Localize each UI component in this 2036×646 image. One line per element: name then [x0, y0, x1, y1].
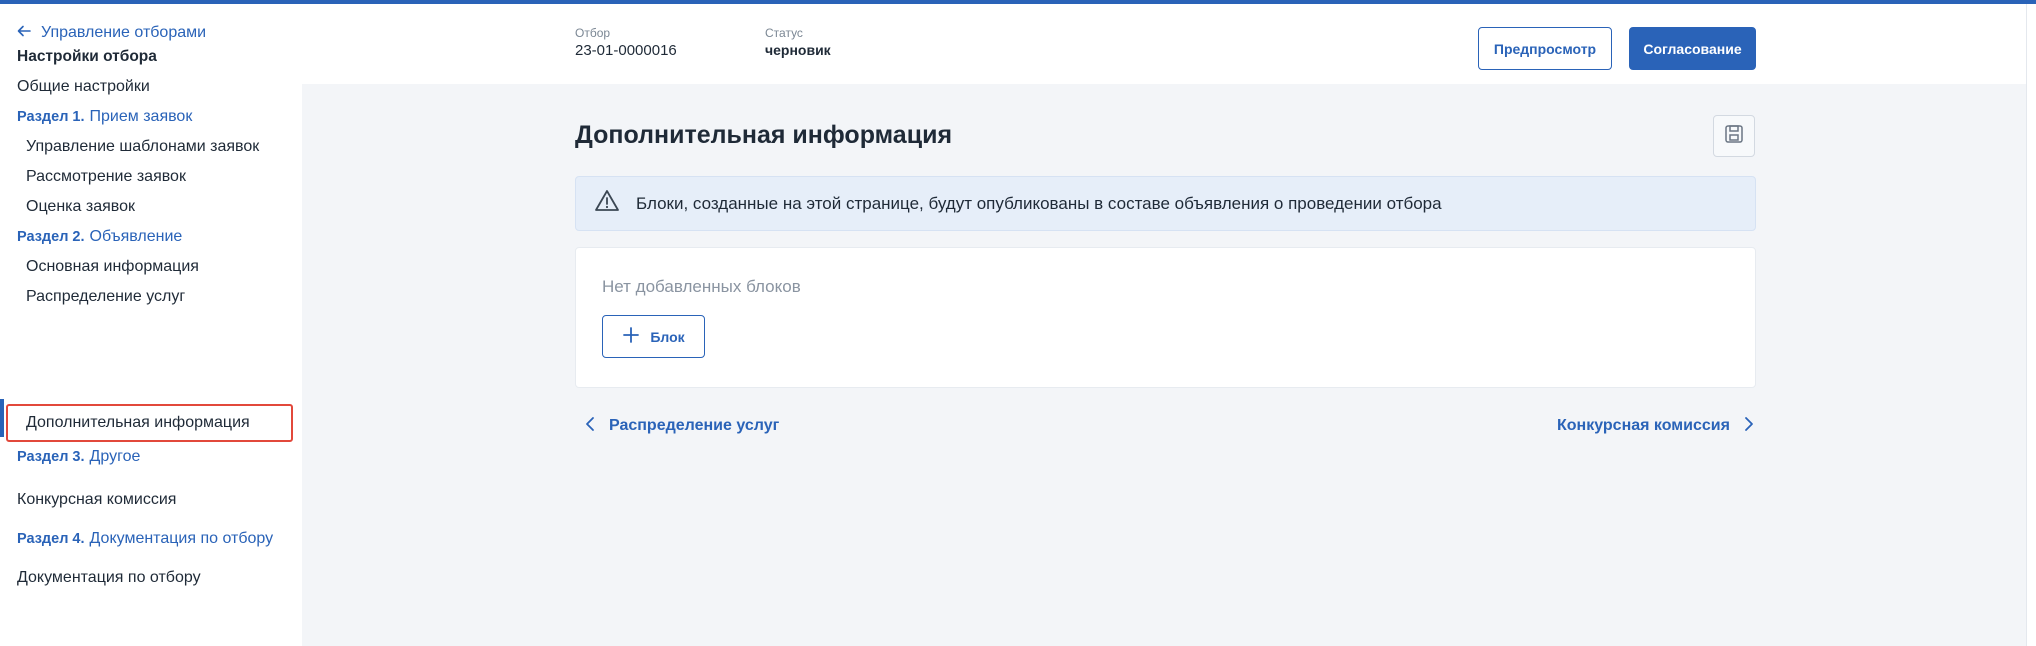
- plus-icon: [622, 326, 640, 347]
- sidebar-item-competition-commission[interactable]: Конкурсная комиссия: [0, 480, 302, 519]
- section-number: Раздел 4.: [17, 530, 85, 547]
- next-step-link[interactable]: Конкурсная комиссия: [1557, 412, 1754, 440]
- chevron-left-icon: [585, 416, 595, 437]
- active-item-indicator: [0, 399, 4, 437]
- add-block-button[interactable]: Блок: [602, 315, 705, 358]
- main-content: Отбор 23-01-0000016 Статус черновик Пред…: [302, 4, 2036, 646]
- status-label: Статус: [765, 26, 803, 40]
- selection-meta: Отбор 23-01-0000016: [575, 26, 677, 59]
- section-number: Раздел 3.: [17, 448, 85, 465]
- prev-step-label: Распределение услуг: [609, 417, 780, 434]
- sidebar: Управление отборами Настройки отбора Общ…: [0, 4, 302, 646]
- warning-icon: [594, 188, 620, 219]
- status-value: черновик: [765, 42, 831, 58]
- blocks-card: Нет добавленных блоков Блок: [575, 247, 1756, 388]
- approval-button[interactable]: Согласование: [1629, 27, 1756, 70]
- page-title: Дополнительная информация: [575, 121, 953, 149]
- window-right-edge: [2026, 4, 2036, 646]
- preview-button[interactable]: Предпросмотр: [1478, 27, 1612, 70]
- save-icon: [1723, 123, 1745, 150]
- status-meta: Статус черновик: [765, 26, 831, 58]
- page-header: Отбор 23-01-0000016 Статус черновик Пред…: [302, 4, 2036, 84]
- prev-step-link[interactable]: Распределение услуг: [585, 412, 779, 440]
- section-title: Документация по отбору: [89, 529, 274, 547]
- section-title: Объявление: [89, 227, 183, 245]
- info-banner-text: Блоки, созданные на этой странице, будут…: [636, 193, 1442, 213]
- section-title: Другое: [89, 447, 141, 465]
- section-number: Раздел 1.: [17, 108, 85, 125]
- sidebar-section-3[interactable]: Раздел 3. Другое: [0, 437, 302, 476]
- sidebar-item-documentation[interactable]: Документация по отбору: [0, 558, 302, 597]
- save-button[interactable]: [1713, 115, 1755, 157]
- sidebar-item-service-distribution[interactable]: Распределение услуг: [0, 277, 302, 316]
- selection-number: 23-01-0000016: [575, 42, 677, 59]
- selection-label: Отбор: [575, 26, 611, 40]
- section-number: Раздел 2.: [17, 228, 85, 245]
- chevron-right-icon: [1744, 416, 1754, 437]
- section-title: Прием заявок: [89, 107, 193, 125]
- info-banner: Блоки, созданные на этой странице, будут…: [575, 176, 1756, 231]
- next-step-label: Конкурсная комиссия: [1557, 417, 1730, 434]
- add-block-label: Блок: [650, 328, 685, 345]
- sidebar-section-4[interactable]: Раздел 4. Документация по отбору: [0, 519, 302, 558]
- empty-blocks-text: Нет добавленных блоков: [602, 277, 801, 296]
